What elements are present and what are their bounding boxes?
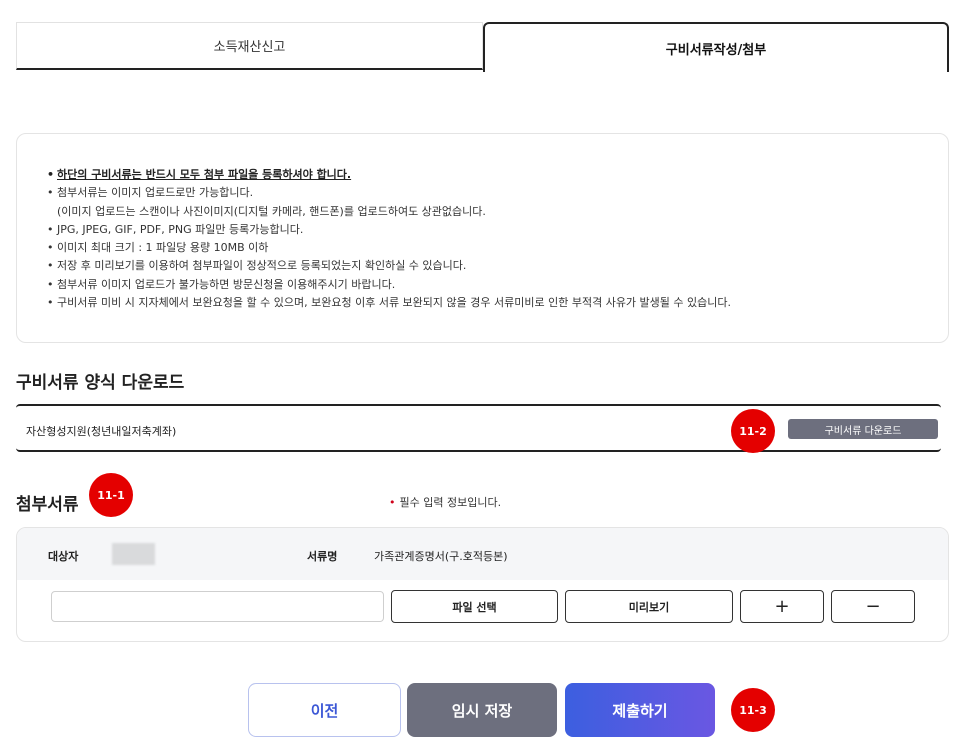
target-value-redacted xyxy=(112,543,155,565)
prev-button[interactable]: 이전 xyxy=(248,683,401,737)
notice-item: • 첨부서류 이미지 업로드가 불가능하면 방문신청을 이용해주시기 바랍니다. xyxy=(47,277,396,291)
temp-save-button[interactable]: 임시 저장 xyxy=(407,683,557,737)
download-table: 자산형성지원(청년내일저축계좌) 구비서류 다운로드 xyxy=(16,404,941,452)
annotation-badge-11-3: 11-3 xyxy=(731,688,775,732)
required-mark: • xyxy=(389,496,396,509)
file-select-button[interactable]: 파일 선택 xyxy=(391,590,558,623)
preview-button[interactable]: 미리보기 xyxy=(565,590,733,623)
attach-section-title: 첨부서류 xyxy=(16,495,79,515)
submit-button[interactable]: 제출하기 xyxy=(565,683,715,737)
file-path-field[interactable] xyxy=(51,591,384,622)
tab-documents-attach[interactable]: 구비서류작성/첨부 xyxy=(483,22,949,72)
add-file-button[interactable]: + xyxy=(740,590,824,623)
download-row-name: 자산형성지원(청년내일저축계좌) xyxy=(26,425,177,438)
download-section-title: 구비서류 양식 다운로드 xyxy=(16,373,185,393)
notice-item: • 이미지 최대 크기 : 1 파일당 용량 10MB 이하 xyxy=(47,241,269,255)
target-label: 대상자 xyxy=(48,550,79,563)
attach-panel: 대상자 서류명 가족관계증명서(구.호적등본) 파일 선택 미리보기 + − xyxy=(16,527,949,642)
annotation-badge-11-1: 11-1 xyxy=(89,473,133,517)
notice-item: • JPG, JPEG, GIF, PDF, PNG 파일만 등록가능합니다. xyxy=(47,222,304,236)
notice-item: • 첨부서류는 이미지 업로드로만 가능합니다. xyxy=(47,186,254,200)
tab-income-property-report[interactable]: 소득재산신고 xyxy=(16,22,483,70)
attach-header: 대상자 서류명 가족관계증명서(구.호적등본) xyxy=(17,528,948,580)
doc-label: 서류명 xyxy=(307,550,338,563)
download-documents-button[interactable]: 구비서류 다운로드 xyxy=(788,419,938,439)
notice-item: • 저장 후 미리보기를 이용하여 첨부파일이 정상적으로 등록되었는지 확인하실… xyxy=(47,259,467,273)
notice-item: • 하단의 구비서류는 반드시 모두 첨부 파일을 등록하셔야 합니다. xyxy=(47,168,352,181)
notice-item: (이미지 업로드는 스캔이나 사진이미지(디지털 카메라, 핸드폰)를 업로드하… xyxy=(57,204,486,218)
annotation-badge-11-2: 11-2 xyxy=(731,409,775,453)
tab-bar: 소득재산신고 구비서류작성/첨부 xyxy=(16,22,949,72)
notice-item: • 구비서류 미비 시 지자체에서 보완요청을 할 수 있으며, 보완요청 이후 … xyxy=(47,296,731,310)
remove-file-button[interactable]: − xyxy=(831,590,915,623)
notice-box: • 하단의 구비서류는 반드시 모두 첨부 파일을 등록하셔야 합니다. • 첨부서… xyxy=(16,133,949,343)
doc-value: 가족관계증명서(구.호적등본) xyxy=(374,550,508,563)
required-info-note: • 필수 입력 정보입니다. xyxy=(389,496,502,509)
